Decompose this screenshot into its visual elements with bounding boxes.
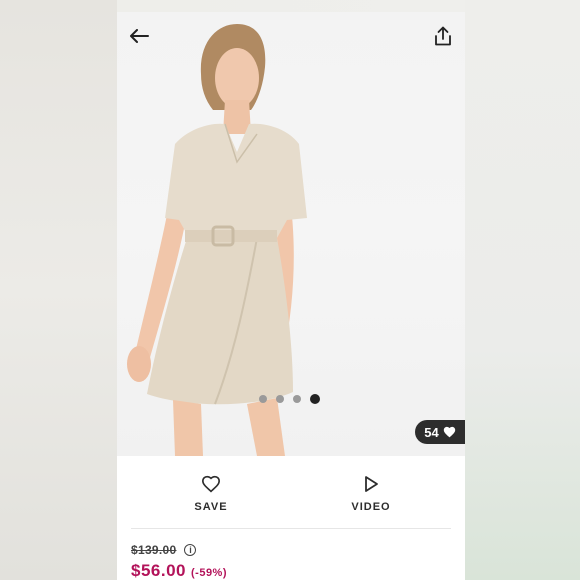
product-image-gallery[interactable]: 54 — [117, 12, 465, 456]
background-left — [0, 0, 117, 580]
sale-price: $56.00 — [131, 561, 186, 580]
save-label: SAVE — [194, 501, 228, 513]
discount-badge: (-59%) — [191, 567, 228, 579]
likes-badge[interactable]: 54 — [415, 420, 465, 444]
product-screen: 54 SAVE VIDEO $139.00 i $56.00 (-59%) — [117, 12, 465, 580]
video-button[interactable]: VIDEO — [291, 456, 451, 528]
pagination-dot-active[interactable] — [310, 394, 320, 404]
background-right — [465, 0, 580, 580]
save-button[interactable]: SAVE — [131, 456, 291, 528]
price-block: $139.00 i $56.00 (-59%) — [131, 542, 451, 580]
arrow-left-icon — [130, 29, 149, 43]
video-label: VIDEO — [351, 501, 391, 513]
heart-outline-icon — [201, 475, 221, 493]
heart-icon — [443, 426, 455, 438]
original-price: $139.00 — [131, 543, 177, 557]
share-icon — [435, 26, 451, 46]
product-photo — [127, 24, 307, 456]
product-actions: SAVE VIDEO — [131, 456, 451, 529]
pagination-dot[interactable] — [276, 395, 284, 403]
pagination-dot[interactable] — [293, 395, 301, 403]
likes-count: 54 — [424, 424, 439, 440]
info-icon[interactable]: i — [184, 544, 197, 556]
pagination-dot[interactable] — [259, 395, 267, 403]
gallery-pagination — [259, 394, 320, 404]
share-button[interactable] — [431, 24, 455, 48]
back-button[interactable] — [127, 24, 151, 48]
play-icon — [365, 476, 378, 492]
